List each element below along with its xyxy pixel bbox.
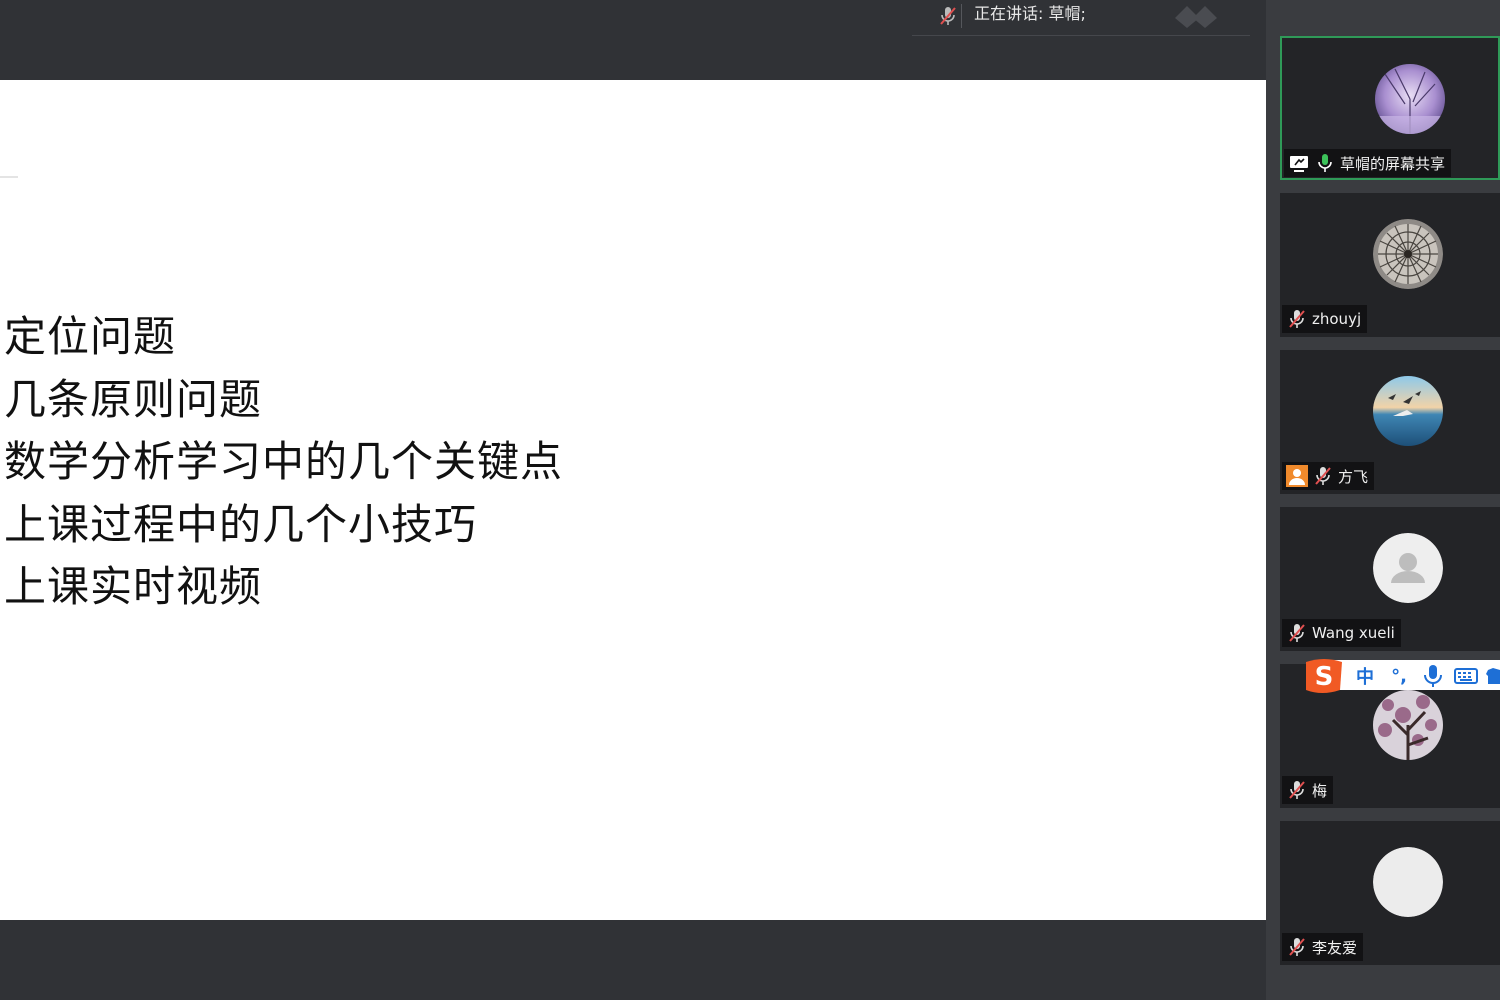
participant-name-tag: 梅 [1282, 776, 1334, 804]
mic-on-icon [1318, 154, 1332, 172]
screen-share-icon [1290, 156, 1308, 172]
speaking-label: 正在讲话: 草帽; [974, 4, 1086, 23]
shared-screen-slide: 定位问题 几条原则问题 数学分析学习中的几个关键点 上课过程中的几个小技巧 上课… [0, 80, 1266, 920]
mic-muted-icon [1289, 310, 1305, 328]
participants-panel[interactable]: 草帽的屏幕共享 zhouyj 方飞 Wang xueli 梅 李友爱 [1266, 0, 1500, 1000]
slide-mark [0, 176, 18, 178]
keyboard-icon[interactable] [1454, 664, 1478, 688]
participant-name: 草帽的屏幕共享 [1340, 154, 1446, 173]
participant-name: zhouyj [1312, 310, 1362, 328]
slide-line: 上课过程中的几个小技巧 [4, 499, 478, 549]
participant-name-tag: 李友爱 [1282, 933, 1364, 961]
layout-toggle-icon[interactable] [1167, 0, 1237, 30]
top-bar: 正在讲话: 草帽; [0, 0, 1266, 80]
svg-text:S: S [1315, 662, 1334, 692]
slide-line: 几条原则问题 [4, 374, 263, 424]
avatar [1373, 219, 1443, 289]
participant-name-tag: 方飞 [1282, 462, 1375, 490]
participant-name: Wang xueli [1312, 624, 1395, 642]
participant-name-tag: 草帽的屏幕共享 [1284, 149, 1452, 177]
participant-name: 方飞 [1338, 467, 1369, 486]
participant-tile-li-youai[interactable]: 李友爱 [1280, 821, 1500, 965]
mic-muted-icon [1289, 624, 1305, 642]
participant-tile-screen-share[interactable]: 草帽的屏幕共享 [1280, 36, 1500, 180]
participant-tile-wang-xueli[interactable]: Wang xueli [1280, 507, 1500, 651]
avatar [1373, 533, 1443, 603]
mic-muted-icon [1289, 781, 1305, 799]
mic-muted-icon [1289, 938, 1305, 956]
participant-tile-zhouyj[interactable]: zhouyj [1280, 193, 1500, 337]
slide-line: 定位问题 [4, 312, 177, 361]
avatar [1373, 376, 1443, 446]
active-speaker-indicator: 正在讲话: 草帽; [912, 0, 1250, 36]
voice-mic-icon[interactable] [1422, 664, 1444, 688]
avatar [1375, 64, 1445, 134]
sogou-logo-icon[interactable]: S [1302, 656, 1346, 696]
mic-muted-icon[interactable] [936, 4, 960, 28]
ime-mode-button[interactable]: 中 [1352, 664, 1378, 688]
slide-content: 定位问题 几条原则问题 数学分析学习中的几个关键点 上课过程中的几个小技巧 上课… [4, 306, 563, 619]
mic-muted-icon [1315, 467, 1331, 485]
shirt-skin-icon[interactable] [1486, 664, 1500, 688]
participant-name-tag: zhouyj [1282, 305, 1368, 333]
participant-name: 梅 [1312, 781, 1328, 800]
participant-name: 李友爱 [1312, 938, 1358, 957]
participant-name-tag: Wang xueli [1282, 619, 1401, 647]
avatar [1373, 847, 1443, 917]
ime-punctuation-button[interactable]: °, [1386, 664, 1412, 688]
participant-tile-fangfei[interactable]: 方飞 [1280, 350, 1500, 494]
slide-line: 数学分析学习中的几个关键点 [4, 437, 564, 486]
slide-line: 上课实时视频 [4, 562, 263, 611]
host-person-icon [1286, 465, 1308, 487]
bottom-bar [0, 920, 1266, 1000]
ime-toolbar[interactable]: S 中 °, [1302, 656, 1500, 696]
divider [961, 4, 962, 28]
avatar [1373, 690, 1443, 760]
